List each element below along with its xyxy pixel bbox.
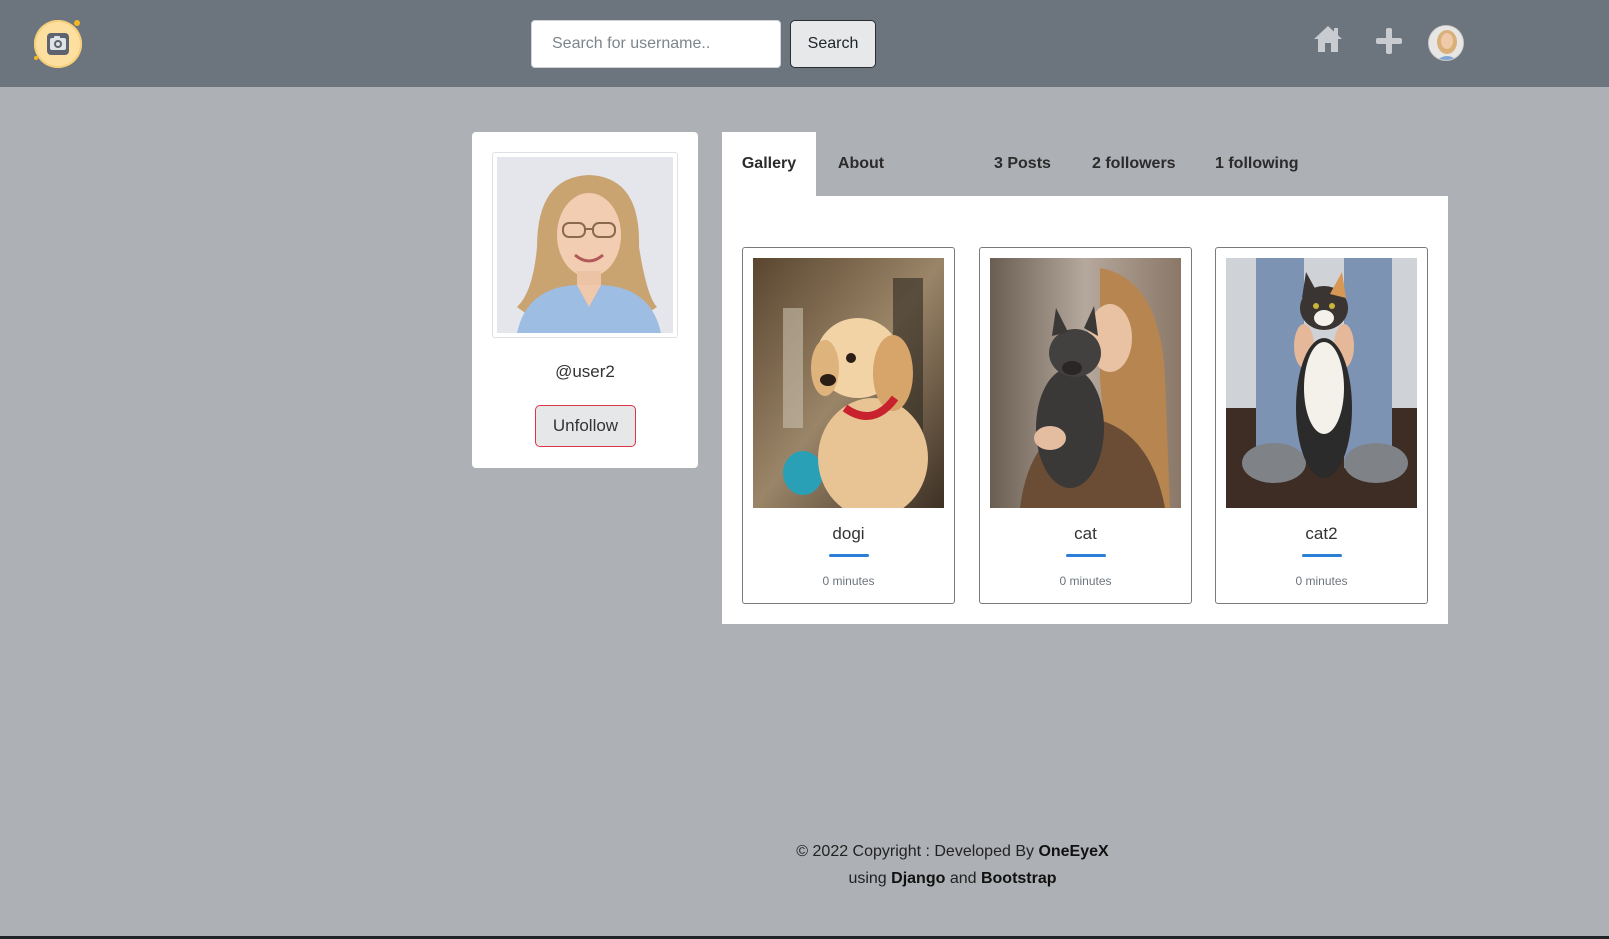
followers-count[interactable]: 2 followers [1092, 132, 1176, 196]
profile-card: @user2 Unfollow [472, 132, 698, 468]
post-time: 0 minutes [1059, 574, 1112, 588]
post-card[interactable]: cat2 0 minutes [1215, 247, 1428, 604]
post-image-cat[interactable] [990, 258, 1181, 508]
tab-about[interactable]: About [816, 132, 906, 196]
post-title: dogi [832, 524, 865, 543]
unfollow-button[interactable]: Unfollow [535, 405, 636, 447]
post-card[interactable]: cat 0 minutes [979, 247, 1192, 604]
footer-copyright-text: © 2022 Copyright : Developed By [796, 843, 1039, 860]
footer-and-text: and [945, 870, 981, 887]
footer-developer: OneEyeX [1038, 843, 1109, 860]
home-icon[interactable] [1312, 24, 1344, 59]
footer-tech-bootstrap: Bootstrap [980, 870, 1057, 887]
plus-icon[interactable] [1375, 27, 1403, 60]
search-button[interactable]: Search [790, 20, 876, 68]
tab-gallery[interactable]: Gallery [722, 132, 816, 196]
profile-photo [492, 152, 678, 338]
navbar: Search [0, 0, 1609, 87]
footer-tech-django: Django [891, 870, 946, 887]
gallery-panel: dogi 0 minutes cat 0 minutes cat2 0 minu… [722, 196, 1448, 624]
profile-tabs: Gallery About 3 Posts 2 followers 1 foll… [722, 132, 1448, 196]
search-input[interactable] [531, 20, 781, 68]
camera-logo-icon[interactable] [34, 20, 82, 68]
avatar[interactable] [1428, 25, 1464, 61]
footer-tech: using Django and Bootstrap [700, 865, 1205, 892]
post-time: 0 minutes [822, 574, 875, 588]
footer-copyright: © 2022 Copyright : Developed By OneEyeX [700, 838, 1205, 865]
title-underline [1301, 554, 1342, 557]
footer: © 2022 Copyright : Developed By OneEyeX … [700, 838, 1205, 892]
title-underline [828, 554, 869, 557]
post-time: 0 minutes [1295, 574, 1348, 588]
post-image-cat2[interactable] [1226, 258, 1417, 508]
post-title: cat [1074, 524, 1097, 543]
profile-username: @user2 [555, 362, 615, 381]
footer-using-text: using [848, 870, 892, 887]
title-underline [1065, 554, 1106, 557]
post-image-dog[interactable] [753, 258, 944, 508]
following-count[interactable]: 1 following [1215, 132, 1299, 196]
post-title: cat2 [1305, 524, 1338, 543]
post-card[interactable]: dogi 0 minutes [742, 247, 955, 604]
posts-count: 3 Posts [994, 155, 1051, 172]
